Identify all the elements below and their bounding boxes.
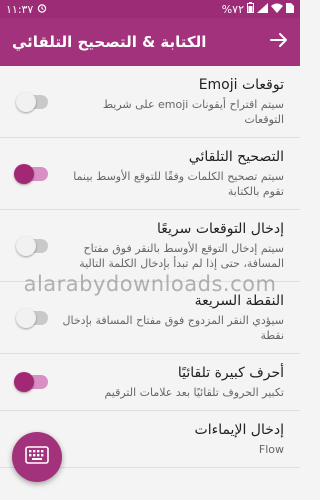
setting-title: إدخال التوقعات سريعًا	[157, 221, 284, 237]
wifi-icon	[271, 3, 283, 16]
setting-title: النقطة السريعة	[194, 293, 284, 309]
setting-auto-capitalize[interactable]: أحرف كبيرة تلقائيًا تكبير الحروف تلقائيً…	[0, 354, 300, 411]
keyboard-fab-button[interactable]	[12, 432, 62, 482]
setting-subtitle: سيتم تصحيح الكلمات وفقًا للتوقع الأوسط ب…	[73, 170, 284, 198]
signal-icon	[257, 2, 268, 16]
setting-title: التصحيح التلقائي	[188, 149, 284, 165]
setting-subtitle: تكبير الحروف تلقائيًا بعد علامات الترقيم	[104, 386, 284, 399]
setting-title: إدخال الإيماءات	[194, 422, 284, 438]
setting-quick-period[interactable]: النقطة السريعة سيؤدي النقر المزدوج فوق م…	[0, 282, 300, 354]
arrow-right-icon[interactable]	[270, 32, 288, 52]
setting-subtitle: سيتم اقتراح أيقونات emoji على شريط التوق…	[102, 98, 284, 126]
alarm-icon	[37, 3, 47, 16]
app-title: الكتابة & التصحيح التلقائي	[12, 33, 207, 51]
setting-title: توقعات Emoji	[198, 77, 284, 93]
clock-time: ١١:٣٧	[6, 2, 34, 16]
setting-title: أحرف كبيرة تلقائيًا	[177, 365, 284, 381]
setting-quick-predict-insert[interactable]: إدخال التوقعات سريعًا سيتم إدخال التوقع …	[0, 210, 300, 282]
keyboard-icon	[25, 446, 49, 468]
sim-icon	[286, 2, 294, 16]
toggle-switch[interactable]	[16, 91, 48, 112]
app-bar: الكتابة & التصحيح التلقائي	[0, 18, 300, 66]
battery-icon	[247, 2, 254, 16]
settings-list: توقعات Emoji سيتم اقتراح أيقونات emoji ع…	[0, 66, 300, 468]
toggle-switch[interactable]	[14, 372, 48, 392]
toggle-switch[interactable]	[14, 163, 48, 184]
toggle-switch[interactable]	[16, 307, 48, 328]
setting-subtitle: سيؤدي النقر المزدوج فوق مفتاح المسافة بإ…	[62, 314, 284, 342]
toggle-switch[interactable]	[16, 235, 48, 256]
setting-emoji-predictions[interactable]: توقعات Emoji سيتم اقتراح أيقونات emoji ع…	[0, 66, 300, 138]
status-bar: ١١:٣٧ %٧٢	[0, 0, 300, 18]
battery-percent: %٧٢	[221, 2, 244, 16]
status-icons: %٧٢	[222, 2, 294, 16]
setting-subtitle: سيتم إدخال التوقع الأوسط بالنقر فوق مفتا…	[79, 242, 284, 270]
status-left: ١١:٣٧	[6, 3, 47, 16]
setting-autocorrect[interactable]: التصحيح التلقائي سيتم تصحيح الكلمات وفقً…	[0, 138, 300, 210]
setting-subtitle: Flow	[258, 443, 284, 456]
